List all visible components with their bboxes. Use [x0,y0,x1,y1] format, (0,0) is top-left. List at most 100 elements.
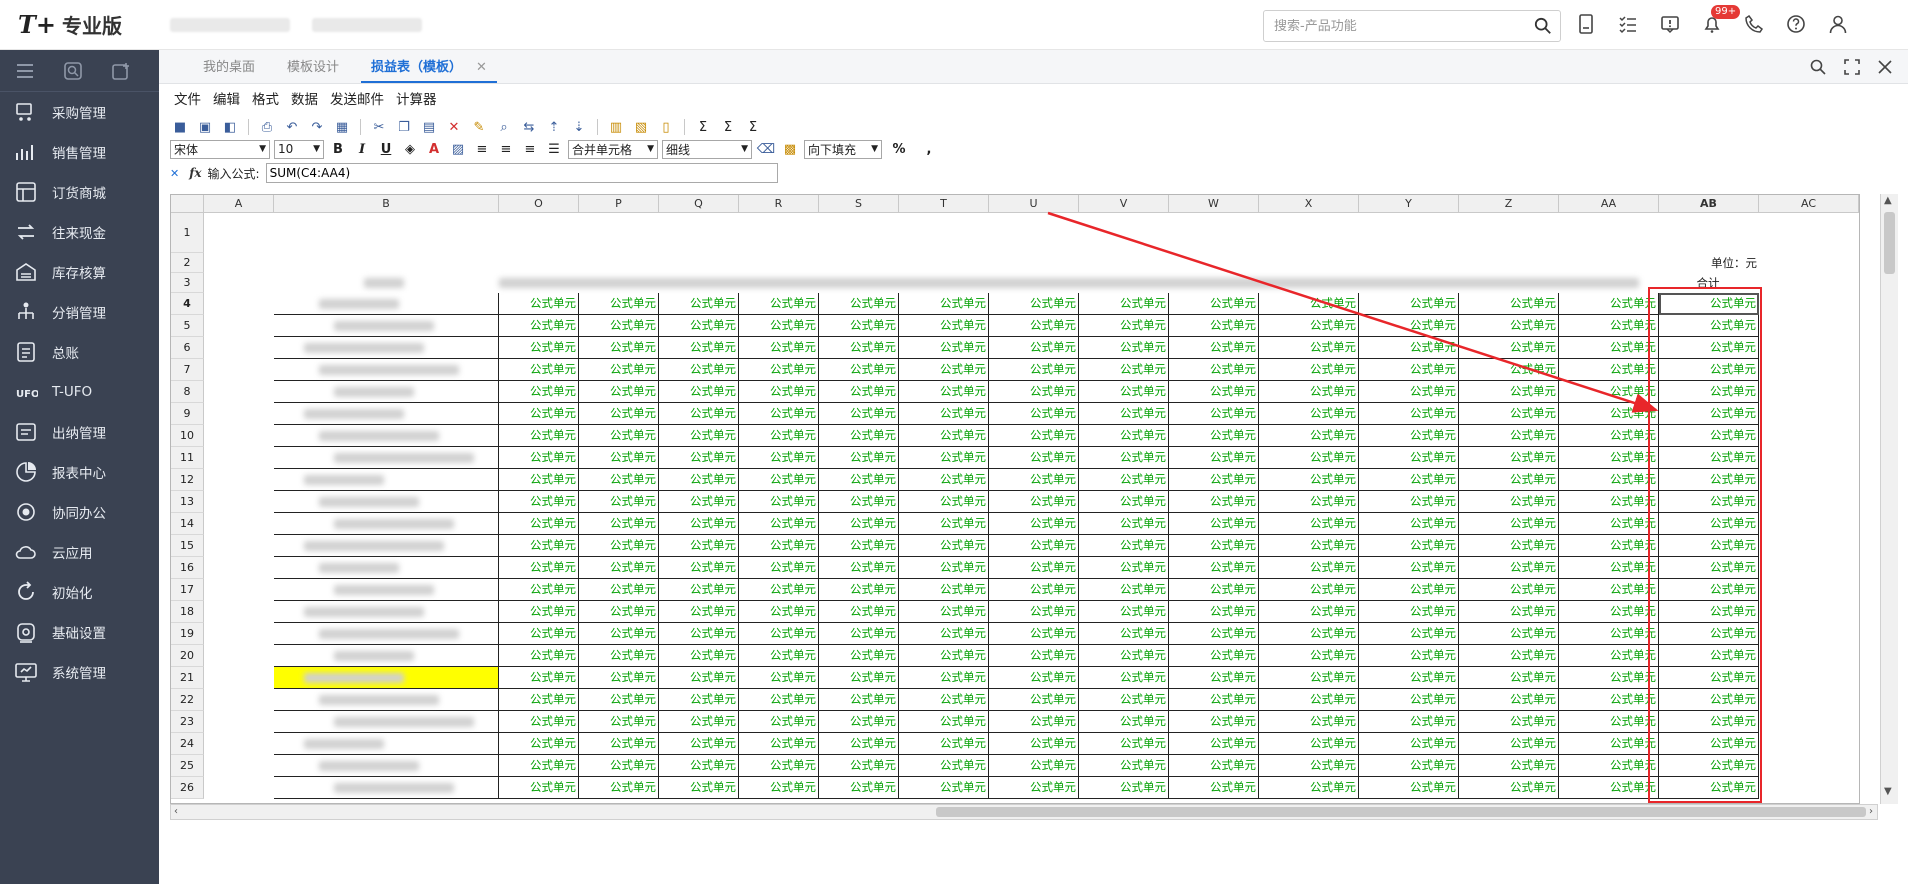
formula-cell[interactable]: 公式单元 [1079,381,1169,403]
formula-cell[interactable]: 公式单元 [819,491,899,513]
formula-cell[interactable]: 公式单元 [1259,557,1359,579]
menu-item[interactable]: 格式 [248,88,283,108]
percent-button[interactable]: % [886,142,912,157]
formula-cell[interactable]: 公式单元 [659,381,739,403]
sidebar-item[interactable]: 初始化 [0,572,159,612]
formula-cell[interactable]: 公式单元 [499,711,579,733]
tab-my-desktop[interactable]: 我的桌面 [193,53,265,83]
formula-cell[interactable]: 公式单元 [1559,293,1659,315]
formula-cell[interactable]: 公式单元 [579,623,659,645]
formula-cell[interactable]: 公式单元 [1559,711,1659,733]
formula-cell[interactable]: 公式单元 [899,337,989,359]
vertical-scroll-thumb[interactable] [1884,212,1895,274]
formula-cell[interactable]: 公式单元 [499,381,579,403]
formula-cell[interactable]: 公式单元 [1459,359,1559,381]
formula-cell[interactable]: 公式单元 [1359,381,1459,403]
formula-cell[interactable]: 公式单元 [1559,557,1659,579]
formula-cell[interactable]: 公式单元 [989,755,1079,777]
formula-cell[interactable]: 公式单元 [1359,557,1459,579]
device-icon[interactable] [1575,13,1597,35]
formula-cell[interactable]: 公式单元 [1169,711,1259,733]
row-header[interactable]: 13 [171,491,204,513]
formula-cell[interactable]: 公式单元 [579,535,659,557]
tab-template-design[interactable]: 模板设计 [277,53,349,83]
formula-cell[interactable]: 公式单元 [899,733,989,755]
formula-cell[interactable]: 公式单元 [819,711,899,733]
formula-cell[interactable]: 公式单元 [499,469,579,491]
formula-cell[interactable]: 公式单元 [659,513,739,535]
formula-cell[interactable]: 公式单元 [1079,425,1169,447]
column-header[interactable]: Y [1359,195,1459,213]
search-icon[interactable] [1810,59,1826,75]
column-header[interactable]: V [1079,195,1169,213]
formula-cell[interactable]: 公式单元 [819,337,899,359]
formula-cell[interactable]: 公式单元 [1079,645,1169,667]
formula-cell[interactable]: 公式单元 [1259,425,1359,447]
sort-ascending-icon[interactable]: ⇡ [544,117,564,137]
formula-cell[interactable]: 公式单元 [819,623,899,645]
phone-icon[interactable] [1743,13,1765,35]
sidebar-item[interactable]: 库存核算 [0,252,159,292]
formula-cell[interactable]: 公式单元 [1079,579,1169,601]
formula-cell[interactable]: 公式单元 [1259,315,1359,337]
formula-cell[interactable]: 公式单元 [1259,491,1359,513]
align-right-icon[interactable]: ≡ [520,139,540,159]
row-header[interactable]: 12 [171,469,204,491]
formula-cell[interactable]: 公式单元 [1359,337,1459,359]
formula-cell[interactable]: 公式单元 [1169,381,1259,403]
formula-cell[interactable]: 公式单元 [1359,359,1459,381]
copy-icon[interactable]: ❐ [394,117,414,137]
sidebar-item[interactable]: 协同办公 [0,492,159,532]
formula-cell[interactable]: 公式单元 [1259,513,1359,535]
formula-cell[interactable]: 公式单元 [1359,579,1459,601]
find-icon[interactable] [64,61,82,80]
sidebar-item[interactable]: 云应用 [0,532,159,572]
formula-cell[interactable]: 公式单元 [1169,755,1259,777]
formula-cell[interactable]: 公式单元 [659,579,739,601]
image-icon[interactable]: ▧ [631,117,651,137]
formula-cell[interactable]: 公式单元 [1659,777,1759,799]
formula-cell[interactable]: 公式单元 [1559,469,1659,491]
sidebar-item[interactable]: 出纳管理 [0,412,159,452]
formula-cell[interactable]: 公式单元 [739,513,819,535]
formula-cell[interactable]: 公式单元 [1559,689,1659,711]
formula-cell[interactable]: 公式单元 [1079,667,1169,689]
feedback-icon[interactable] [1659,13,1681,35]
formula-cell[interactable]: 公式单元 [579,579,659,601]
formula-cell[interactable]: 公式单元 [739,557,819,579]
formula-cell[interactable]: 公式单元 [1359,513,1459,535]
formula-cell[interactable]: 公式单元 [989,777,1079,799]
formula-cell[interactable]: 公式单元 [899,293,989,315]
formula-cell[interactable]: 公式单元 [659,469,739,491]
formula-cell[interactable]: 公式单元 [499,733,579,755]
formula-cell[interactable]: 公式单元 [499,447,579,469]
formula-cell[interactable]: 公式单元 [899,403,989,425]
formula-cell[interactable]: 公式单元 [499,293,579,315]
formula-cell[interactable]: 公式单元 [1459,601,1559,623]
sidebar-item[interactable]: 分销管理 [0,292,159,332]
merge-cells-select[interactable]: 合并单元格 ▼ [568,139,658,159]
formula-cell[interactable]: 公式单元 [1169,359,1259,381]
formula-cell[interactable]: 公式单元 [499,755,579,777]
formula-cell[interactable]: 公式单元 [1659,337,1759,359]
row-header[interactable]: 8 [171,381,204,403]
scroll-up-icon[interactable]: ▲ [1884,195,1892,206]
formula-cell[interactable]: 公式单元 [1359,711,1459,733]
formula-cell[interactable]: 公式单元 [819,645,899,667]
font-size-select[interactable]: 10 ▼ [274,139,324,159]
formula-cell[interactable]: 公式单元 [989,601,1079,623]
formula-cell[interactable]: 公式单元 [989,557,1079,579]
replace-icon[interactable]: ⇆ [519,117,539,137]
undo-icon[interactable]: ↶ [282,117,302,137]
formula-cell[interactable]: 公式单元 [1559,403,1659,425]
formula-cell[interactable]: 公式单元 [899,491,989,513]
formula-cell[interactable]: 公式单元 [1659,733,1759,755]
formula-cell[interactable]: 公式单元 [1459,557,1559,579]
formula-cell[interactable]: 公式单元 [1459,513,1559,535]
formula-cell[interactable]: 公式单元 [739,689,819,711]
formula-cell[interactable]: 公式单元 [899,381,989,403]
bold-button[interactable]: B [328,142,348,157]
formula-cell[interactable]: 公式单元 [1559,601,1659,623]
formula-cell[interactable]: 公式单元 [989,623,1079,645]
formula-cell[interactable]: 公式单元 [1169,513,1259,535]
